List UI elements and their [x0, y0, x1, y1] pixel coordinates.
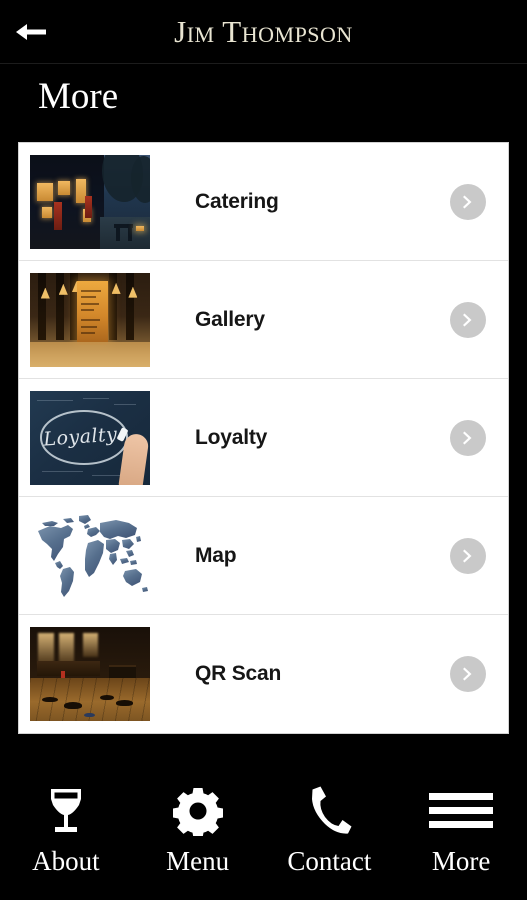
hamburger-menu-icon	[429, 786, 494, 836]
qr-scan-interior-photo	[30, 627, 150, 721]
arrow-left-icon	[14, 21, 48, 43]
tab-more[interactable]: More	[395, 760, 527, 900]
catering-photo	[30, 154, 150, 249]
list-item-label: Catering	[195, 189, 279, 213]
list-item-label: QR Scan	[195, 662, 282, 685]
gallery-photo	[30, 272, 150, 367]
chevron-right-icon[interactable]	[450, 656, 486, 692]
chevron-right-icon[interactable]	[450, 419, 486, 456]
page-title-text: More	[38, 75, 119, 117]
tab-menu[interactable]: Menu	[132, 760, 264, 900]
top-bar: Jim Thompson	[0, 0, 527, 64]
list-item-label: Map	[195, 543, 237, 567]
list-item-qr-scan[interactable]: QR Scan	[19, 615, 508, 733]
tab-label: Contact	[287, 845, 372, 876]
tab-about[interactable]: About	[0, 760, 132, 900]
tab-label: About	[32, 845, 100, 876]
phone-icon	[306, 786, 352, 836]
gear-icon	[172, 786, 223, 836]
back-button[interactable]	[0, 0, 62, 64]
bottom-tab-bar: About Menu Contact More	[0, 760, 527, 900]
more-menu-list: Catering Gallery Loyalty Loyalty Map QR …	[18, 142, 509, 734]
chevron-right-icon[interactable]	[450, 301, 486, 338]
chevron-right-icon[interactable]	[450, 183, 486, 220]
world-map-image	[30, 508, 150, 603]
chevron-right-icon[interactable]	[450, 537, 486, 574]
list-item-map[interactable]: Map	[19, 497, 508, 615]
page-title: More	[0, 64, 527, 128]
brand-logo-text: Jim Thompson	[174, 14, 353, 49]
list-item-label: Loyalty	[195, 425, 268, 449]
tab-contact[interactable]: Contact	[264, 760, 396, 900]
loyalty-chalkboard-photo: Loyalty	[30, 390, 150, 485]
brand-logo: Jim Thompson	[0, 0, 527, 63]
list-item-catering[interactable]: Catering	[19, 143, 508, 261]
wine-glass-icon	[43, 786, 89, 836]
list-item-loyalty[interactable]: Loyalty Loyalty	[19, 379, 508, 497]
tab-label: More	[431, 845, 491, 876]
tab-label: Menu	[166, 845, 230, 876]
list-item-gallery[interactable]: Gallery	[19, 261, 508, 379]
list-item-label: Gallery	[195, 307, 265, 331]
